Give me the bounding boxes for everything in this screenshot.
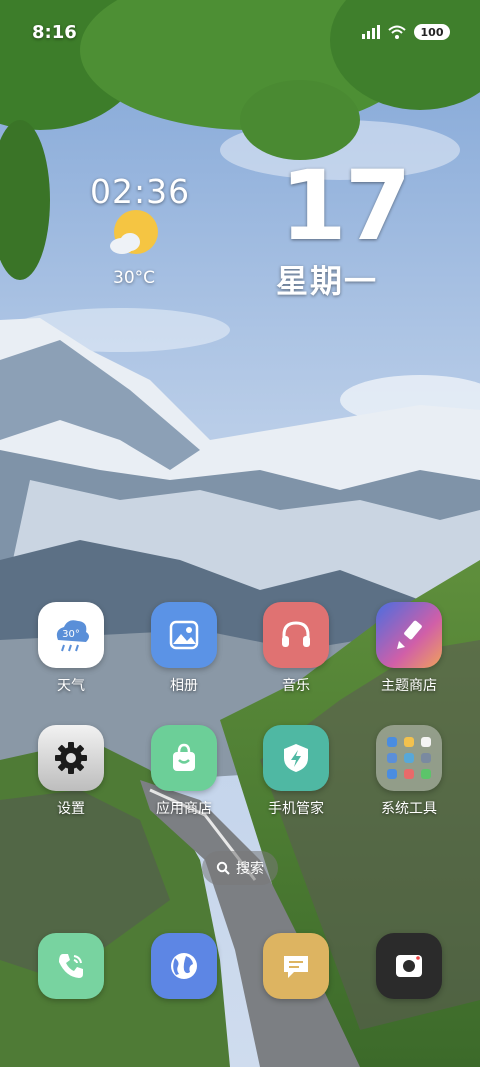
folder-icon [376, 725, 442, 791]
svg-text:30°: 30° [62, 629, 80, 640]
dock-browser[interactable] [134, 933, 234, 999]
battery-icon: 100 [414, 24, 450, 40]
gear-icon [38, 725, 104, 791]
search-icon [216, 861, 230, 875]
app-label: 相册 [170, 678, 198, 694]
app-label: 主题商店 [381, 678, 437, 694]
app-theme-store[interactable]: 主题商店 [359, 602, 459, 695]
gallery-icon [151, 602, 217, 668]
dock-phone[interactable] [21, 933, 121, 999]
weather-temperature: 30°C [113, 268, 156, 288]
shopping-bag-icon [151, 725, 217, 791]
app-label: 音乐 [282, 678, 310, 694]
app-label: 设置 [57, 801, 85, 817]
message-icon [263, 933, 329, 999]
app-settings[interactable]: 设置 [21, 725, 121, 818]
app-label: 系统工具 [381, 801, 437, 817]
browser-icon [151, 933, 217, 999]
app-label: 天气 [57, 678, 85, 694]
dock-camera[interactable] [359, 933, 459, 999]
status-time: 8:16 [32, 22, 77, 43]
app-phone-manager[interactable]: 手机管家 [246, 725, 346, 818]
status-icons: 100 [362, 24, 450, 40]
camera-icon [376, 933, 442, 999]
headphones-icon [263, 602, 329, 668]
shield-icon [263, 725, 329, 791]
app-music[interactable]: 音乐 [246, 602, 346, 695]
clock-time[interactable]: 02:36 [90, 172, 190, 211]
search-button[interactable]: 搜索 [202, 851, 278, 885]
folder-system-tools[interactable]: 系统工具 [359, 725, 459, 818]
app-app-store[interactable]: 应用商店 [134, 725, 234, 818]
dock-messages[interactable] [246, 933, 346, 999]
phone-icon [38, 933, 104, 999]
sunny-cloud-icon [110, 210, 158, 254]
wifi-icon [388, 25, 406, 39]
app-label: 手机管家 [268, 801, 324, 817]
app-gallery[interactable]: 相册 [134, 602, 234, 695]
paintbrush-icon [376, 602, 442, 668]
date-weekday: 星期一 [276, 262, 379, 300]
date-day[interactable]: 17 [280, 158, 412, 254]
app-label: 应用商店 [156, 801, 212, 817]
weather-icon: 30° [38, 602, 104, 668]
search-label: 搜索 [236, 861, 264, 877]
app-weather[interactable]: 30° 天气 [21, 602, 121, 695]
signal-icon [362, 25, 380, 39]
